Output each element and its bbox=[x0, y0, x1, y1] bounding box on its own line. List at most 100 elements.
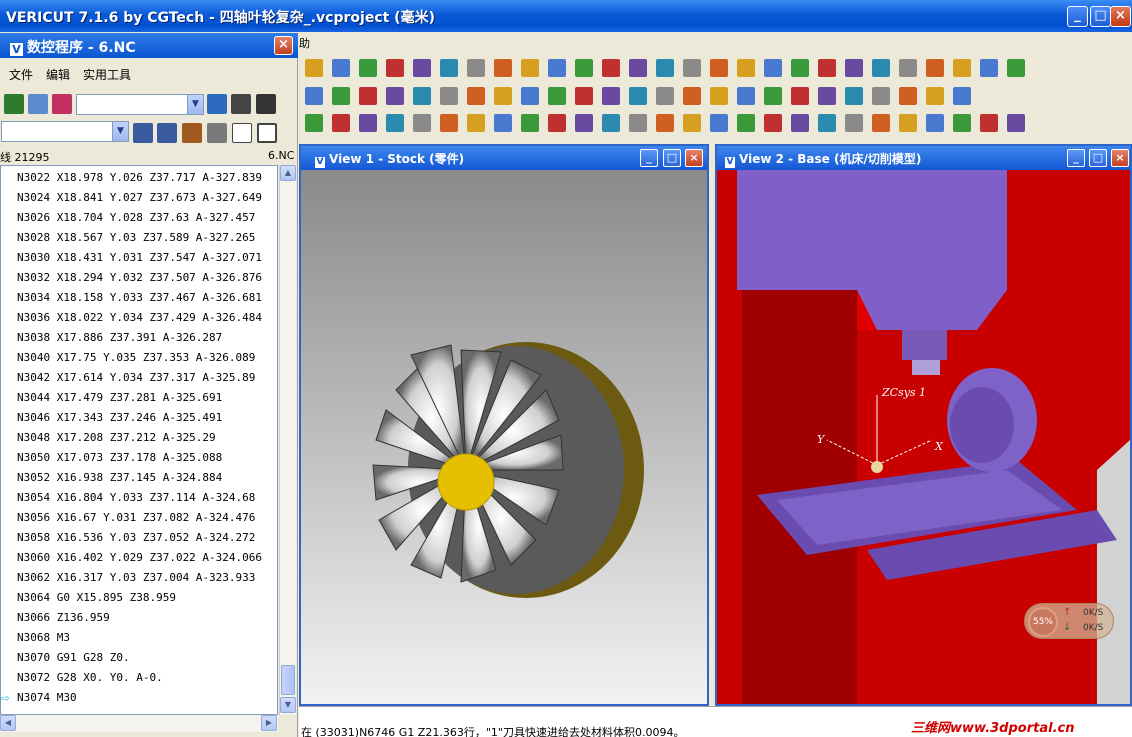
toolbar-icon[interactable] bbox=[386, 87, 404, 105]
nc-code-line[interactable]: N3044 X17.479 Z37.281 A-325.691 bbox=[17, 391, 222, 404]
nc-code-line[interactable]: N3026 X18.704 Y.028 Z37.63 A-327.457 bbox=[17, 211, 255, 224]
toolbar-icon[interactable] bbox=[1007, 59, 1025, 77]
binoculars-icon[interactable] bbox=[231, 94, 251, 114]
view-2-minimize-button[interactable]: _ bbox=[1067, 149, 1085, 167]
nc-panel-close-button[interactable]: × bbox=[274, 36, 293, 55]
toolbar-icon[interactable] bbox=[332, 114, 350, 132]
toolbar-icon[interactable] bbox=[494, 87, 512, 105]
toolbar-icon[interactable] bbox=[872, 59, 890, 77]
toolbar-icon[interactable] bbox=[980, 59, 998, 77]
toolbar-icon[interactable] bbox=[359, 59, 377, 77]
toolbar-icon[interactable] bbox=[521, 114, 539, 132]
toolbar-icon[interactable] bbox=[521, 87, 539, 105]
nc-code-line[interactable]: N3060 X16.402 Y.029 Z37.022 A-324.066 bbox=[17, 551, 262, 564]
toolbar-icon[interactable] bbox=[710, 87, 728, 105]
nc-code-line[interactable]: N3036 X18.022 Y.034 Z37.429 A-326.484 bbox=[17, 311, 262, 324]
toolbar-icon[interactable] bbox=[683, 59, 701, 77]
chevron-down-icon[interactable]: ▼ bbox=[187, 95, 203, 114]
toolbar-icon[interactable] bbox=[926, 87, 944, 105]
print-icon[interactable] bbox=[207, 123, 227, 143]
toolbar-icon[interactable] bbox=[305, 87, 323, 105]
split-horizontal-icon[interactable] bbox=[257, 123, 277, 143]
nc-code-line[interactable]: N3046 X17.343 Z37.246 A-325.491 bbox=[17, 411, 222, 424]
network-gauge[interactable]: 55% ↑ ↓ 0K/S 0K/S bbox=[1024, 603, 1114, 639]
toolbar-icon[interactable] bbox=[521, 59, 539, 77]
toolbar-icon[interactable] bbox=[764, 59, 782, 77]
step-icon[interactable] bbox=[133, 123, 153, 143]
view-1-stock[interactable]: V View 1 - Stock (零件) _ □ × bbox=[299, 144, 709, 706]
close-button[interactable]: × bbox=[1110, 6, 1131, 27]
nc-file-combo[interactable]: ▼ bbox=[1, 121, 129, 142]
menu-edit[interactable]: 编辑 bbox=[46, 66, 70, 83]
view-2-maximize-button[interactable]: □ bbox=[1089, 149, 1107, 167]
scroll-down-icon[interactable]: ▼ bbox=[280, 697, 296, 713]
toolbar-icon[interactable] bbox=[602, 59, 620, 77]
main-menu-fragment[interactable]: 助 bbox=[299, 35, 310, 51]
toolbar-icon[interactable] bbox=[467, 59, 485, 77]
nc-code-line[interactable]: N3074 M30 bbox=[17, 691, 77, 704]
toolbar-icon[interactable] bbox=[926, 59, 944, 77]
toolbar-icon[interactable] bbox=[818, 87, 836, 105]
toolbar-icon[interactable] bbox=[629, 114, 647, 132]
nc-code-line[interactable]: N3040 X17.75 Y.035 Z37.353 A-326.089 bbox=[17, 351, 255, 364]
toolbar-icon[interactable] bbox=[602, 87, 620, 105]
toolbar-icon[interactable] bbox=[899, 87, 917, 105]
toolbar-icon[interactable] bbox=[440, 59, 458, 77]
nc-search-combo[interactable]: ▼ bbox=[76, 94, 204, 115]
toolbar-icon[interactable] bbox=[386, 59, 404, 77]
toolbar-icon[interactable] bbox=[332, 87, 350, 105]
scroll-left-icon[interactable]: ◀ bbox=[0, 715, 16, 731]
toolbar-icon[interactable] bbox=[656, 59, 674, 77]
nc-file-icon[interactable] bbox=[4, 94, 24, 114]
scroll-up-icon[interactable]: ▲ bbox=[280, 165, 296, 181]
toolbar-icon[interactable] bbox=[710, 59, 728, 77]
toolbar-icon[interactable] bbox=[386, 114, 404, 132]
toolbar-icon[interactable] bbox=[845, 59, 863, 77]
toolbar-icon[interactable] bbox=[845, 114, 863, 132]
nc-vertical-scrollbar[interactable]: ▲ ▼ bbox=[279, 165, 296, 715]
toolbar-icon[interactable] bbox=[791, 87, 809, 105]
nc-code-line[interactable]: N3066 Z136.959 bbox=[17, 611, 110, 624]
toolbar-icon[interactable] bbox=[548, 114, 566, 132]
toolbar-icon[interactable] bbox=[656, 114, 674, 132]
menu-file[interactable]: 文件 bbox=[9, 66, 33, 83]
toolbar-icon[interactable] bbox=[737, 114, 755, 132]
nc-code-line[interactable]: N3048 X17.208 Z37.212 A-325.29 bbox=[17, 431, 216, 444]
minimize-button[interactable]: _ bbox=[1067, 6, 1088, 27]
toolbar-icon[interactable] bbox=[710, 114, 728, 132]
toolbar-icon[interactable] bbox=[575, 59, 593, 77]
split-vertical-icon[interactable] bbox=[232, 123, 252, 143]
toolbar-icon[interactable] bbox=[575, 87, 593, 105]
toolbar-icon[interactable] bbox=[440, 87, 458, 105]
toolbar-icon[interactable] bbox=[737, 87, 755, 105]
toolbar-icon[interactable] bbox=[548, 59, 566, 77]
log-panel[interactable]: 在 (33031)N6746 G1 Z21.363行，"1"刀具快速进给去处材料… bbox=[299, 706, 1132, 737]
eraser-icon[interactable] bbox=[182, 123, 202, 143]
toolbar-icon[interactable] bbox=[629, 59, 647, 77]
chevron-down-icon[interactable]: ▼ bbox=[112, 122, 128, 141]
toolbar-icon[interactable] bbox=[548, 87, 566, 105]
toolbar-icon[interactable] bbox=[602, 114, 620, 132]
nc-code-line[interactable]: N3052 X16.938 Z37.145 A-324.884 bbox=[17, 471, 222, 484]
nc-code-line[interactable]: N3024 X18.841 Y.027 Z37.673 A-327.649 bbox=[17, 191, 262, 204]
toolbar-icon[interactable] bbox=[1007, 114, 1025, 132]
toolbar-icon[interactable] bbox=[872, 87, 890, 105]
toolbar-icon[interactable] bbox=[440, 114, 458, 132]
toolbar-icon[interactable] bbox=[764, 87, 782, 105]
toolbar-icon[interactable] bbox=[359, 87, 377, 105]
nc-code-list[interactable]: N3022 X18.978 Y.026 Z37.717 A-327.839 N30… bbox=[0, 165, 278, 715]
toolbar-icon[interactable] bbox=[953, 87, 971, 105]
toolbar-icon[interactable] bbox=[791, 114, 809, 132]
nc-list-icon[interactable] bbox=[207, 94, 227, 114]
toolbar-icon[interactable] bbox=[953, 59, 971, 77]
toolbar-icon[interactable] bbox=[737, 59, 755, 77]
toolbar-icon[interactable] bbox=[791, 59, 809, 77]
nc-code-line[interactable]: N3050 X17.073 Z37.178 A-325.088 bbox=[17, 451, 222, 464]
nc-code-line[interactable]: N3064 G0 X15.895 Z38.959 bbox=[17, 591, 176, 604]
toolbar-icon[interactable] bbox=[413, 114, 431, 132]
nc-code-line[interactable]: N3070 G91 G28 Z0. bbox=[17, 651, 130, 664]
nc-code-line[interactable]: N3022 X18.978 Y.026 Z37.717 A-327.839 bbox=[17, 171, 262, 184]
step-back-icon[interactable] bbox=[157, 123, 177, 143]
toolbar-icon[interactable] bbox=[953, 114, 971, 132]
toolbar-icon[interactable] bbox=[359, 114, 377, 132]
